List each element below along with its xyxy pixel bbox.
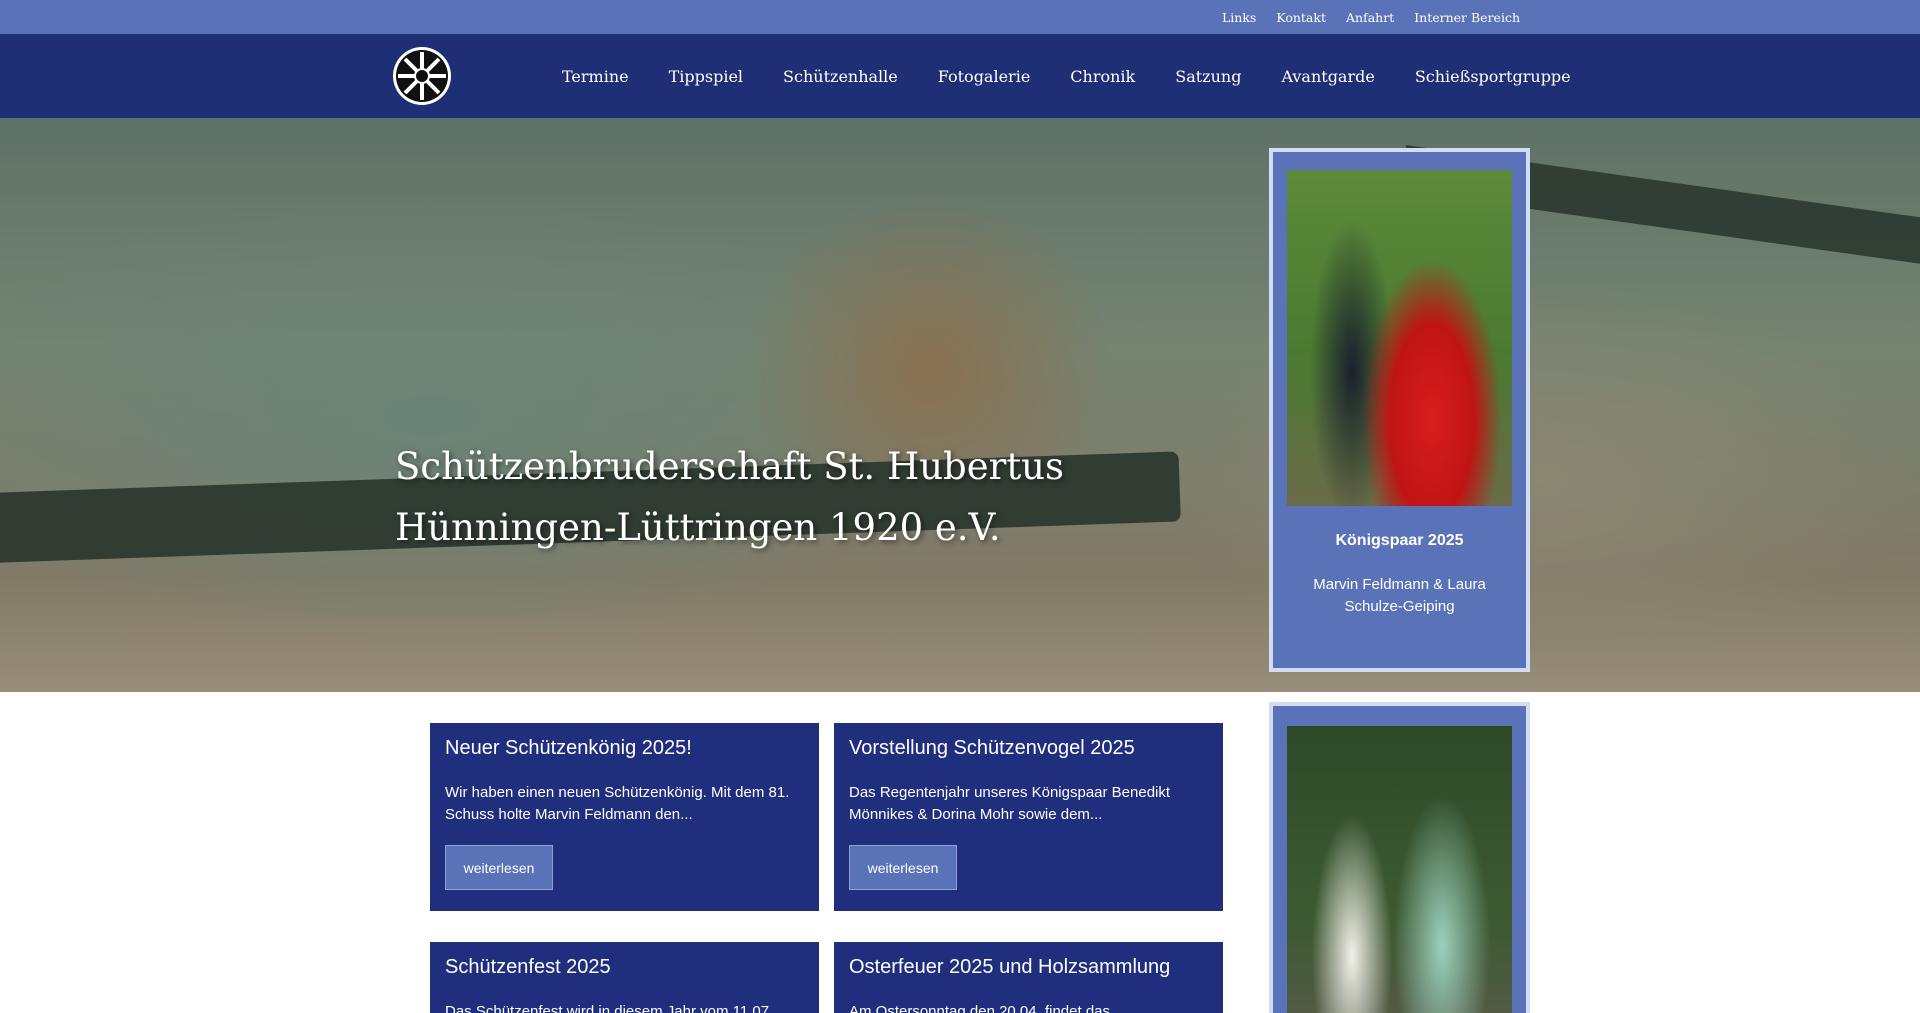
news-card: Vorstellung Schützenvogel 2025 Das Regen…: [834, 723, 1223, 911]
top-link-links[interactable]: Links: [1222, 10, 1256, 25]
news-text: Das Regentenjahr unseres Königspaar Bene…: [849, 784, 1171, 823]
hero-title-line-1: Schützenbruderschaft St. Hubertus: [395, 445, 1064, 488]
news-card: Neuer Schützenkönig 2025! Wir haben eine…: [430, 723, 819, 911]
news-card: Schützenfest 2025 Das Schützenfest wird …: [430, 942, 819, 1013]
nav-satzung[interactable]: Satzung: [1175, 67, 1241, 86]
king-couple-photo: [1287, 170, 1512, 506]
nav-menu: Termine Tippspiel Schützenhalle Fotogale…: [562, 34, 1571, 118]
king-couple-card[interactable]: Königspaar 2025 Marvin Feldmann & Laura …: [1269, 148, 1530, 672]
top-links: Links Kontakt Anfahrt Interner Bereich: [1222, 0, 1520, 34]
youth-couple-photo: [1287, 726, 1512, 1013]
news-title: Vorstellung Schützenvogel 2025: [849, 737, 1135, 759]
main-navbar: Termine Tippspiel Schützenhalle Fotogale…: [0, 34, 1920, 118]
nav-avantgarde[interactable]: Avantgarde: [1281, 67, 1374, 86]
news-title: Neuer Schützenkönig 2025!: [445, 737, 692, 759]
news-card: Osterfeuer 2025 und Holzsammlung Am Oste…: [834, 942, 1223, 1013]
top-link-kontakt[interactable]: Kontakt: [1276, 10, 1326, 25]
news-text: Das Schützenfest wird in diesem Jahr vom…: [445, 1003, 774, 1013]
nav-schiesssportgruppe[interactable]: Schießsportgruppe: [1415, 67, 1571, 86]
nav-schuetzenhalle[interactable]: Schützenhalle: [783, 67, 898, 86]
club-logo-icon[interactable]: [392, 46, 452, 106]
top-link-anfahrt[interactable]: Anfahrt: [1346, 10, 1394, 25]
news-text: Wir haben einen neuen Schützenkönig. Mit…: [445, 784, 790, 823]
top-bar: Links Kontakt Anfahrt Interner Bereich: [0, 0, 1920, 34]
hero-banner: Schützenbruderschaft St. Hubertus Hünnin…: [0, 118, 1920, 692]
king-couple-title: Königspaar 2025: [1335, 532, 1464, 549]
top-link-internal[interactable]: Interner Bereich: [1414, 10, 1520, 25]
nav-tippspiel[interactable]: Tippspiel: [669, 67, 743, 86]
news-text: Am Ostersonntag den 20.04. findet das: [849, 1003, 1110, 1013]
hero-overlay: [0, 118, 1920, 692]
hero-title: Schützenbruderschaft St. Hubertus Hünnin…: [395, 436, 1064, 558]
news-title: Schützenfest 2025: [445, 956, 611, 978]
read-more-button[interactable]: weiterlesen: [849, 845, 957, 890]
hero-title-line-2: Hünningen-Lüttringen 1920 e.V.: [395, 506, 1001, 549]
nav-chronik[interactable]: Chronik: [1070, 67, 1135, 86]
nav-termine[interactable]: Termine: [562, 67, 629, 86]
news-title: Osterfeuer 2025 und Holzsammlung: [849, 956, 1171, 978]
nav-fotogalerie[interactable]: Fotogalerie: [938, 67, 1031, 86]
king-couple-names: Marvin Feldmann & Laura Schulze-Geiping: [1313, 576, 1486, 615]
youth-couple-card[interactable]: [1269, 702, 1530, 1013]
read-more-button[interactable]: weiterlesen: [445, 845, 553, 890]
